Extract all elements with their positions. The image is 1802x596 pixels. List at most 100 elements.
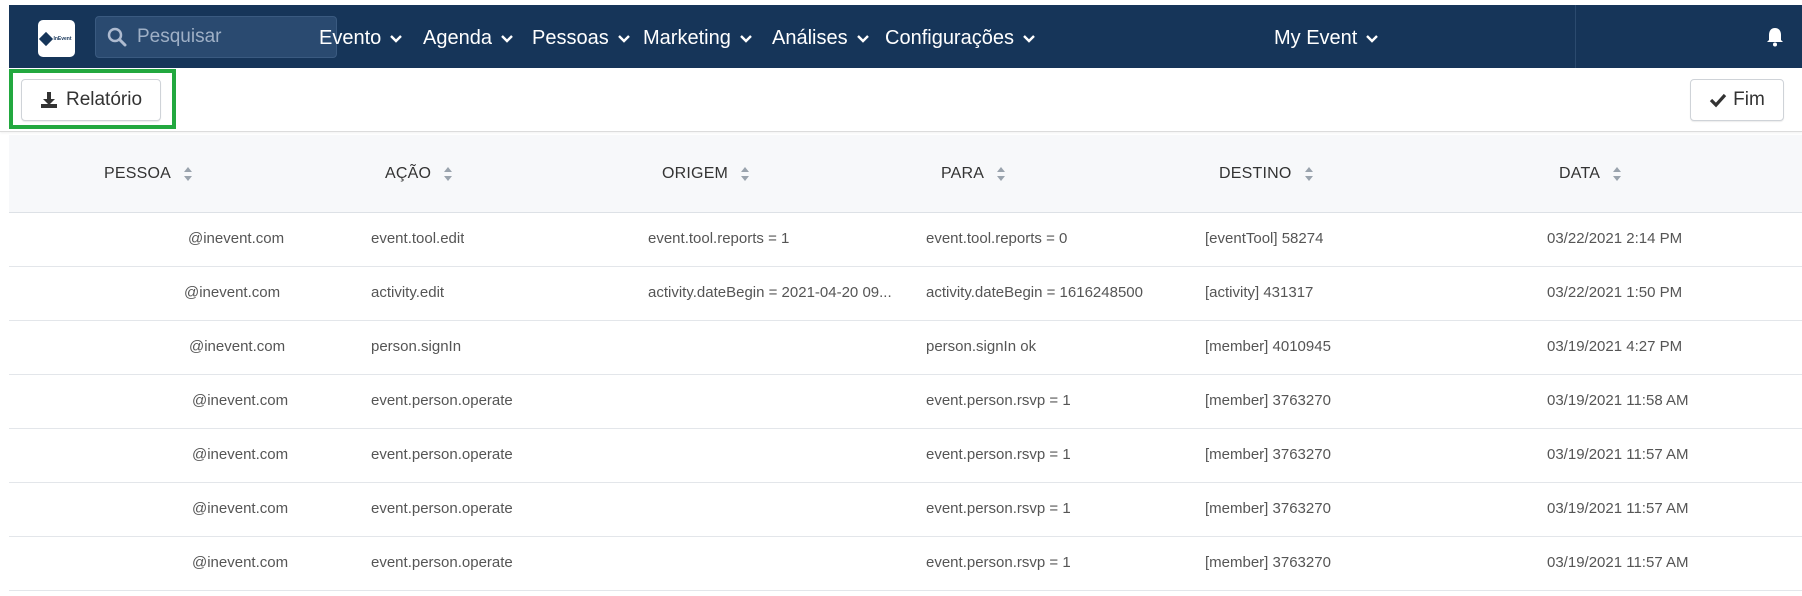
column-header-label: DATA (1559, 165, 1601, 182)
cell-origem: event.tool.reports = 1 (648, 230, 790, 247)
top-navbar: InEvent Evento Agenda Pessoas Marketing … (9, 5, 1802, 68)
column-header-label: DESTINO (1219, 165, 1292, 182)
cell-para: activity.dateBegin = 1616248500 (926, 284, 1143, 301)
nav-menu-label: Evento (319, 27, 382, 49)
cell-destino: [member] 3763270 (1205, 446, 1331, 463)
cell-para: event.person.rsvp = 1 (926, 500, 1071, 517)
cell-data: 03/19/2021 11:57 AM (1547, 554, 1689, 571)
nav-divider (1575, 5, 1576, 68)
checkmark-icon (1710, 93, 1727, 108)
column-header-origem[interactable]: ORIGEM (662, 165, 750, 183)
cell-para: event.person.rsvp = 1 (926, 446, 1071, 463)
cell-destino: [member] 3763270 (1205, 500, 1331, 517)
cell-acao: event.person.operate (371, 554, 513, 571)
event-selector-label: My Event (1274, 27, 1358, 49)
end-button[interactable]: Fim (1690, 79, 1784, 121)
search-input[interactable] (137, 26, 317, 48)
cell-acao: event.person.operate (371, 392, 513, 409)
column-header-data[interactable]: DATA (1559, 165, 1622, 183)
cell-acao: activity.edit (371, 284, 445, 301)
cell-acao: person.signIn (371, 338, 462, 355)
nav-menu-analises[interactable]: Análises (772, 27, 870, 50)
table-row[interactable]: @inevent.com event.tool.edit event.tool.… (9, 213, 1802, 267)
table-row[interactable]: @inevent.com event.person.operate event.… (9, 537, 1802, 591)
sort-icon (444, 167, 453, 181)
cell-data: 03/22/2021 2:14 PM (1547, 230, 1683, 247)
cell-data: 03/19/2021 4:27 PM (1547, 338, 1683, 355)
table-row[interactable]: @inevent.com activity.edit activity.date… (9, 267, 1802, 321)
cell-data: 03/22/2021 1:50 PM (1547, 284, 1683, 301)
cell-pessoa: @inevent.com (192, 554, 289, 571)
cell-acao: event.person.operate (371, 446, 513, 463)
chevron-down-icon (739, 34, 752, 43)
nav-menu-label: Marketing (643, 27, 731, 49)
cell-pessoa: @inevent.com (184, 284, 281, 301)
cell-data: 03/19/2021 11:58 AM (1547, 392, 1689, 409)
bell-icon[interactable] (1766, 27, 1784, 47)
chevron-down-icon (856, 34, 869, 43)
nav-menu-label: Configurações (885, 27, 1014, 49)
cell-origem: activity.dateBegin = 2021-04-20 09... (648, 284, 892, 301)
nav-menu-pessoas[interactable]: Pessoas (532, 27, 631, 50)
cell-pessoa: @inevent.com (188, 230, 285, 247)
cell-pessoa: @inevent.com (192, 446, 289, 463)
chevron-down-icon (390, 34, 403, 43)
table-row[interactable]: @inevent.com event.person.operate event.… (9, 429, 1802, 483)
column-header-pessoa[interactable]: PESSOA (104, 165, 193, 183)
nav-menu-label: Agenda (423, 27, 492, 49)
cell-destino: [member] 4010945 (1205, 338, 1331, 355)
column-header-label: AÇÃO (385, 165, 432, 182)
table-row[interactable]: @inevent.com event.person.operate event.… (9, 483, 1802, 537)
column-header-acao[interactable]: AÇÃO (385, 165, 453, 183)
nav-menu-evento[interactable]: Evento (319, 27, 403, 50)
logo-mark-icon (39, 31, 54, 46)
cell-para: event.person.rsvp = 1 (926, 392, 1071, 409)
sort-icon (1613, 167, 1622, 181)
column-header-label: ORIGEM (662, 165, 729, 182)
event-selector[interactable]: My Event (1274, 27, 1379, 50)
chevron-down-icon (1023, 34, 1035, 43)
cell-acao: event.person.operate (371, 500, 513, 517)
chevron-down-icon (501, 34, 513, 43)
chevron-down-icon (617, 34, 630, 43)
cell-data: 03/19/2021 11:57 AM (1547, 446, 1689, 463)
report-button-label: Relatório (65, 89, 143, 110)
column-header-para[interactable]: PARA (941, 165, 1006, 183)
cell-destino: [eventTool] 58274 (1205, 230, 1324, 247)
cell-data: 03/19/2021 11:57 AM (1547, 500, 1689, 517)
search-box[interactable] (95, 16, 337, 58)
sort-icon (184, 167, 193, 181)
column-header-label: PESSOA (104, 165, 172, 182)
app-logo[interactable]: InEvent (38, 20, 75, 57)
cell-para: person.signIn ok (926, 338, 1037, 355)
table-row[interactable]: @inevent.com person.signIn person.signIn… (9, 321, 1802, 375)
cell-para: event.person.rsvp = 1 (926, 554, 1071, 571)
sort-icon (997, 167, 1006, 181)
toolbar (0, 68, 1802, 132)
cell-destino: [member] 3763270 (1205, 392, 1331, 409)
logo-text: InEvent (53, 35, 72, 42)
nav-menu-configuracoes[interactable]: Configurações (885, 27, 1036, 50)
table-row[interactable]: @inevent.com event.person.operate event.… (9, 375, 1802, 429)
chevron-down-icon (1366, 34, 1379, 43)
cell-destino: [member] 3763270 (1205, 554, 1331, 571)
nav-menu-agenda[interactable]: Agenda (423, 27, 514, 50)
nav-menu-label: Pessoas (532, 27, 609, 49)
cell-pessoa: @inevent.com (189, 338, 286, 355)
column-header-destino[interactable]: DESTINO (1219, 165, 1314, 183)
cell-para: event.tool.reports = 0 (926, 230, 1068, 247)
search-icon (107, 27, 127, 47)
nav-menu-marketing[interactable]: Marketing (643, 27, 753, 50)
table-header: PESSOA AÇÃO ORIGEM PARA DESTINO DATA (9, 135, 1802, 213)
report-button[interactable]: Relatório (21, 79, 161, 121)
nav-menu-label: Análises (772, 27, 848, 49)
cell-destino: [activity] 431317 (1205, 284, 1314, 301)
column-header-label: PARA (941, 165, 985, 182)
download-icon (40, 92, 57, 108)
sort-icon (1304, 167, 1313, 181)
cell-pessoa: @inevent.com (192, 392, 289, 409)
end-button-label: Fim (1733, 89, 1765, 110)
cell-acao: event.tool.edit (371, 230, 465, 247)
sort-icon (741, 167, 750, 181)
cell-pessoa: @inevent.com (192, 500, 289, 517)
